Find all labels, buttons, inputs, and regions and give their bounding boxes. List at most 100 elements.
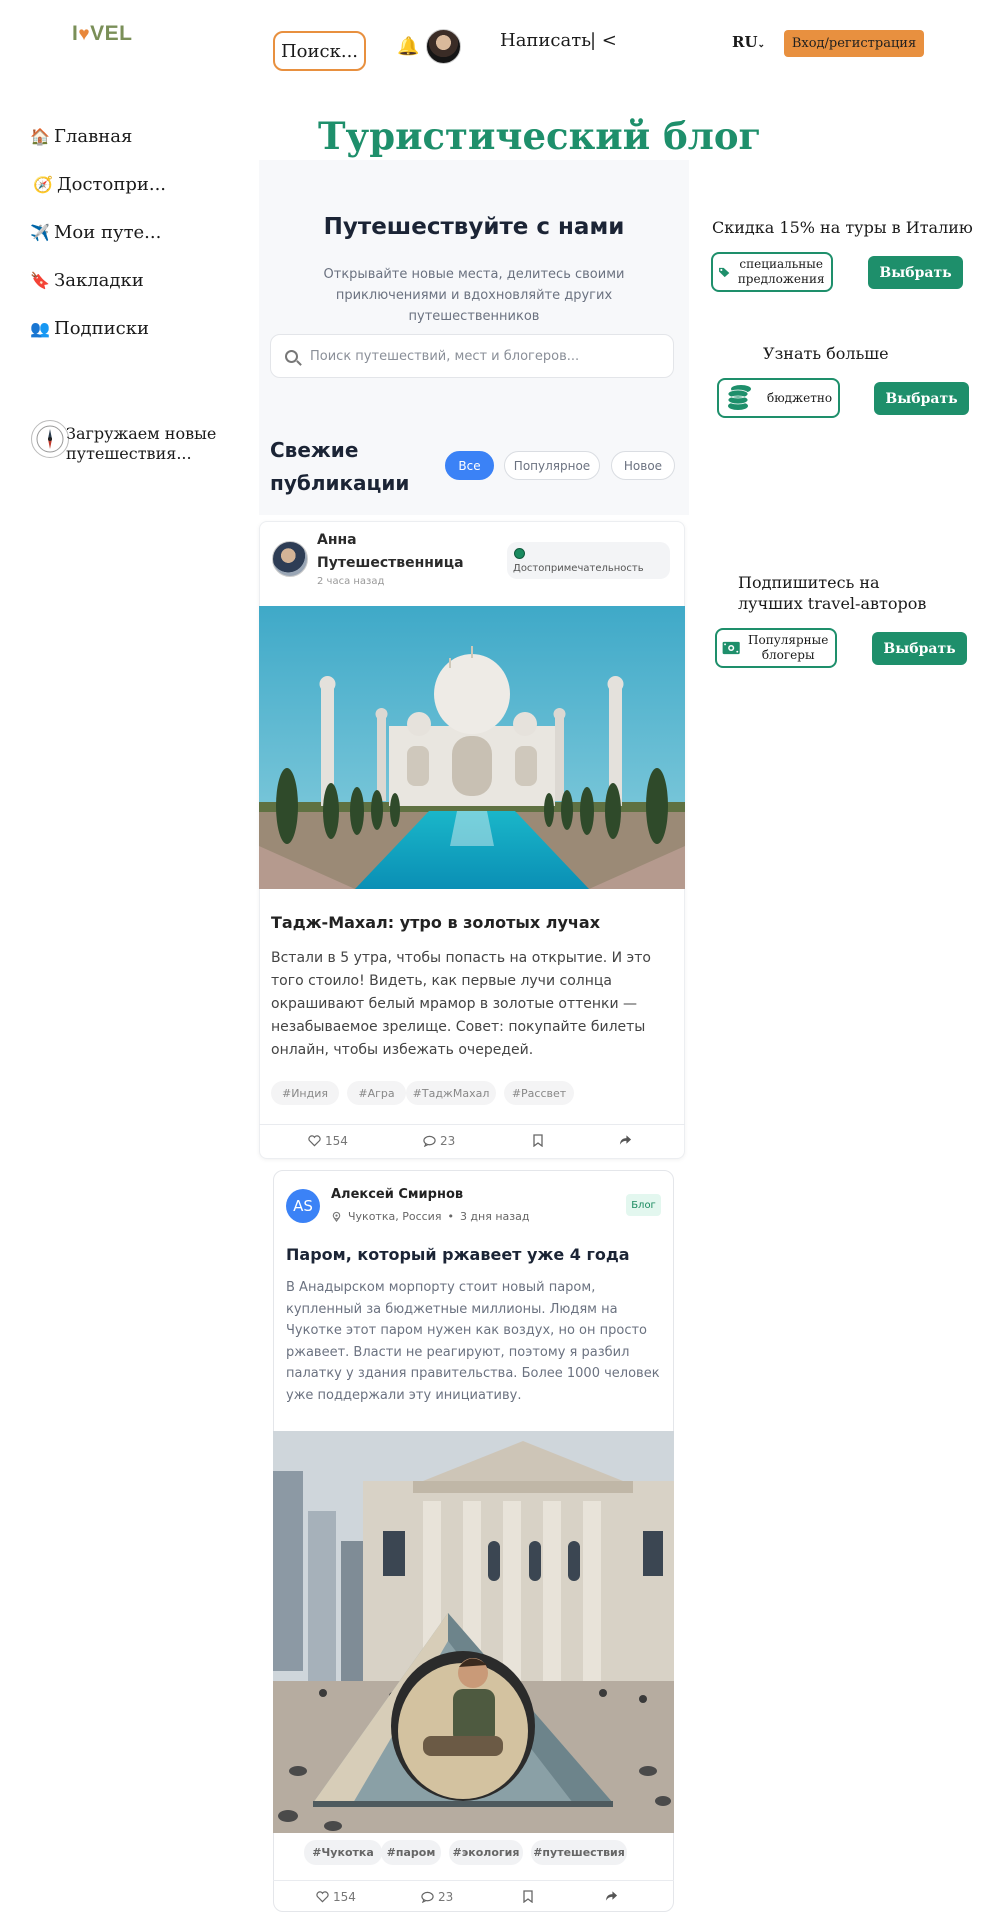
comment-icon [421,1891,434,1903]
like-button[interactable]: 154 [316,1890,356,1904]
post-meta: Чукотка, Россия • 3 дня назад [331,1210,529,1223]
comment-button[interactable]: 23 [423,1134,455,1148]
post-tag[interactable]: #ТаджМахал [406,1081,496,1105]
post-location: Чукотка, Россия [348,1210,442,1223]
promo-title: Подпишитесь на лучших travel-авторов [738,573,927,613]
sidebar-item-my-trips[interactable]: ✈️ Мои путе... [30,222,161,243]
post-tag[interactable]: #экология [449,1840,523,1865]
choose-button[interactable]: Выбрать [868,256,963,289]
search-placeholder: Поиск путешествий, мест и блогеров... [310,348,580,364]
page-title: Туристический блог [318,114,762,158]
meta-separator-icon: • [447,1210,454,1223]
compass-icon: 🧭 [33,175,53,194]
airplane-icon: ✈️ [30,223,50,242]
share-icon [605,1891,618,1901]
sidebar-item-label: Главная [54,126,133,147]
people-icon: 👥 [30,319,50,338]
promo-badge-label: специальные предложения [737,257,825,286]
bell-icon[interactable]: 🔔 [397,36,419,57]
post-tag[interactable]: #Агра [347,1081,406,1105]
share-icon [619,1135,632,1145]
promo-badge-label: Популярные блогеры [748,633,829,662]
author-avatar[interactable]: AS [286,1189,320,1223]
like-count: 154 [325,1134,348,1148]
promo-badge-budget[interactable]: бюджетно [717,378,840,418]
money-icon [722,641,740,655]
login-button[interactable]: Вход/регистрация [784,30,924,57]
author-name[interactable]: Анна Путешественница [317,529,467,575]
divider [259,1124,685,1125]
sidebar-item-label: Подписки [54,318,149,339]
heart-icon: ♥ [78,24,91,45]
promo-badge-popular[interactable]: Популярные блогеры [715,628,837,668]
share-button[interactable] [605,1890,618,1902]
post-time: 2 часа назад [317,576,385,587]
bookmark-button[interactable] [523,1890,533,1903]
heart-outline-icon [308,1135,321,1147]
feed-heading: Свежие публикации [270,438,410,495]
sidebar-item-attractions[interactable]: 🧭 Достопри... [33,174,166,195]
comment-button[interactable]: 23 [421,1890,453,1904]
promo-badge-label: бюджетно [767,390,833,405]
search-button[interactable]: Поиск... [273,31,366,71]
language-value: RU [732,33,758,51]
choose-button[interactable]: Выбрать [872,632,967,665]
post-time: 3 дня назад [459,1210,530,1223]
divider [273,1880,674,1881]
post-tag[interactable]: #Индия [271,1081,339,1105]
write-link[interactable]: Написать [500,30,591,51]
category-dot-icon [514,548,525,559]
post-title[interactable]: Тадж-Махал: утро в золотых лучах [271,913,600,932]
like-button[interactable]: 154 [308,1134,348,1148]
author-avatar[interactable] [272,541,308,577]
filter-popular-button[interactable]: Популярное [504,451,600,480]
author-name[interactable]: Алексей Смирнов [331,1187,463,1202]
hero-text: Открывайте новые места, делитесь своими … [323,267,625,324]
type-badge: Блог [626,1194,661,1216]
sidebar-item-home[interactable]: 🏠 Главная [30,126,132,147]
hero-heading: Путешествуйте с нами [323,214,625,240]
share-button[interactable] [619,1134,632,1146]
tag-icon [719,267,730,278]
logo-letters-vel: VEL [90,22,133,45]
collapse-toggle[interactable]: | < [590,30,617,51]
choose-button[interactable]: Выбрать [874,382,969,415]
filter-all-button[interactable]: Все [445,451,494,480]
hero-search-input[interactable]: Поиск путешествий, мест и блогеров... [270,334,674,378]
post-text: Встали в 5 утра, чтобы попасть на открыт… [271,950,651,1058]
user-avatar[interactable] [426,29,461,64]
comment-count: 23 [440,1134,456,1148]
post-image-tent[interactable] [273,1431,674,1833]
chevron-down-icon: ⌄ [757,40,766,50]
post-tag[interactable]: #паром [381,1840,441,1865]
loading-compass-icon [31,420,69,458]
post-title[interactable]: Паром, который ржавеет уже 4 года [286,1245,630,1264]
promo-title: Узнать больше [763,344,889,363]
sidebar-item-label: Достопри... [57,174,167,195]
comment-icon [423,1135,436,1147]
bookmark-icon: 🔖 [30,271,50,290]
site-logo[interactable]: I♥VEL [72,22,132,46]
sidebar-item-label: Мои путе... [54,222,162,243]
promo-title: Скидка 15% на туры в Италию [712,218,973,237]
heart-outline-icon [316,1891,329,1903]
post-tag[interactable]: #путешествия [531,1840,627,1865]
comment-count: 23 [438,1890,454,1904]
post-tag[interactable]: #Чукотка [304,1840,382,1865]
language-select[interactable]: RU⌄ [732,33,765,51]
promo-badge-special[interactable]: специальные предложения [711,252,833,292]
filter-new-button[interactable]: Новое [611,451,675,480]
bookmark-outline-icon [523,1890,533,1903]
bookmark-button[interactable] [533,1134,543,1147]
post-tag[interactable]: #Рассвет [504,1081,574,1105]
sidebar-item-subscriptions[interactable]: 👥 Подписки [30,318,149,339]
post-image-taj-mahal[interactable] [259,606,685,889]
category-label: Достопримечательность [513,563,644,574]
loading-message: Загружаем новые путешествия... [66,424,217,463]
home-icon: 🏠 [30,127,50,146]
location-pin-icon [332,1211,341,1222]
sidebar-item-label: Закладки [54,270,144,291]
sidebar-item-bookmarks[interactable]: 🔖 Закладки [30,270,144,291]
coins-icon [727,385,751,410]
search-icon [285,349,298,363]
